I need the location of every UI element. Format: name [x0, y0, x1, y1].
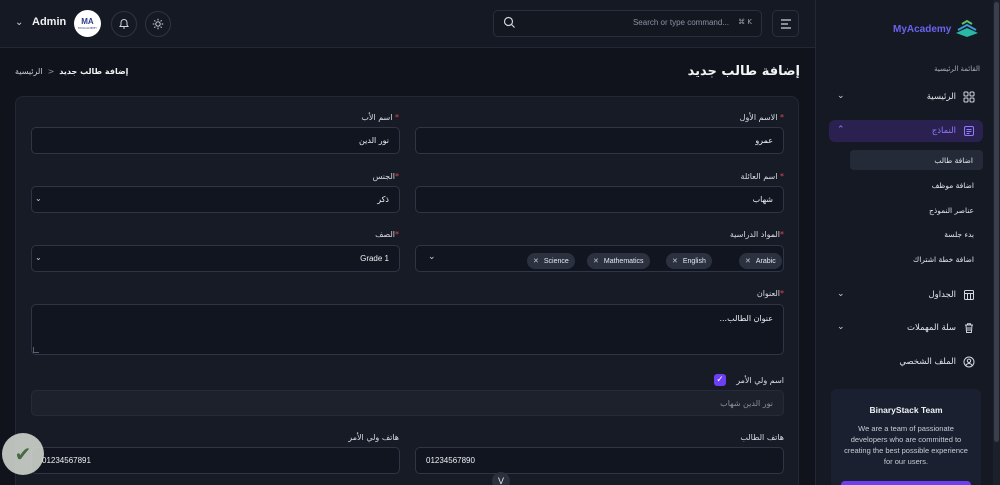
table-icon	[964, 290, 974, 300]
sidebar-section-title: القائمة الرئيسية	[934, 65, 980, 73]
guardian-name-input: نور الدين شهاب	[31, 390, 784, 416]
subjects-multiselect[interactable]: ⌄ ✕ Arabic ✕ English ✕ Mathematics ✕ Science	[415, 245, 784, 272]
admin-menu[interactable]: Admin	[32, 16, 66, 28]
sidebar-subitem-add-student[interactable]: اضافة طالب	[850, 150, 983, 170]
promo-description: We are a team of passionate developers w…	[844, 424, 968, 466]
chevron-down-icon: ⌄	[837, 289, 845, 299]
notifications-button[interactable]	[111, 11, 137, 37]
promo-action-button[interactable]	[841, 481, 971, 485]
form-icon	[964, 126, 974, 136]
subject-chip[interactable]: ✕ English	[666, 253, 712, 269]
sidebar-item-home[interactable]: ⌄ الرئيسية	[829, 86, 983, 108]
sidebar-item-profile[interactable]: الملف الشخصي	[829, 351, 983, 373]
family-name-input[interactable]: شهاب	[415, 186, 784, 213]
menu-icon	[780, 18, 791, 29]
top-bar: ⌄ Admin MA MYACADEMY Search or type comm…	[0, 0, 815, 48]
page-title: إضافة طالب جديد	[687, 64, 800, 79]
remove-chip-icon[interactable]: ✕	[533, 257, 539, 265]
app-logo[interactable]: MyAcademy	[893, 24, 951, 35]
guardian-phone-label: هاتف ولي الأمر	[348, 433, 399, 442]
theme-toggle-button[interactable]	[145, 11, 171, 37]
grade-select[interactable]: ⌄ Grade 1	[31, 245, 400, 272]
sidebar-item-trash[interactable]: ⌄ سلة المهملات	[829, 317, 983, 339]
address-textarea[interactable]: عنوان الطالب...	[31, 304, 784, 355]
guardian-name-checkbox[interactable]: ✓	[714, 374, 726, 386]
promo-title: BinaryStack Team	[869, 405, 943, 415]
search-placeholder: Search or type command...	[632, 18, 729, 27]
family-name-label: * اسم العائلة	[740, 172, 784, 181]
sidebar-item-tables[interactable]: ⌄ الجداول	[829, 284, 983, 306]
books-logo-icon	[956, 19, 978, 37]
collapse-button[interactable]: V	[492, 472, 510, 485]
first-name-input[interactable]: عمرو	[415, 127, 784, 154]
subject-chip[interactable]: ✕ Arabic	[739, 253, 782, 269]
gender-label: *الجنس	[372, 172, 399, 181]
sidebar-subitem-add-employee[interactable]: اضافة موظف	[932, 181, 974, 190]
user-circle-icon	[963, 356, 975, 368]
student-form-card	[15, 96, 799, 485]
trash-icon	[965, 323, 973, 333]
chevron-up-icon: ⌃	[837, 125, 845, 135]
avatar-initials: MA	[81, 16, 94, 26]
sidebar-subitem-add-plan[interactable]: اضافة خطة اشتراك	[913, 255, 974, 264]
breadcrumb: إضافة طالب جديد < الرئيسية	[15, 67, 128, 76]
father-name-input[interactable]: نور الدين	[31, 127, 400, 154]
sidebar-item-forms[interactable]: ⌃ النماذج	[829, 120, 983, 142]
chevron-down-icon: ⌄	[837, 91, 845, 101]
breadcrumb-home-link[interactable]: الرئيسية	[15, 67, 43, 76]
search-icon	[503, 16, 515, 28]
address-label: *العنوان	[756, 289, 784, 298]
page-scrollbar[interactable]	[993, 0, 1000, 485]
sidebar-subitem-form-elements[interactable]: عناصر النموذج	[929, 206, 974, 215]
resize-handle-icon[interactable]	[33, 347, 39, 353]
sun-icon	[152, 18, 164, 30]
gender-select[interactable]: ⌄ ذكر	[31, 186, 400, 213]
check-icon: ✓	[716, 375, 724, 385]
remove-chip-icon[interactable]: ✕	[672, 257, 678, 265]
watermark-logo-icon: ✔	[2, 433, 44, 475]
chevron-down-icon[interactable]: ⌄	[15, 17, 23, 28]
sidebar-toggle-button[interactable]	[772, 10, 799, 37]
guardian-phone-input[interactable]: 01234567891	[31, 447, 400, 474]
search-input[interactable]: Search or type command... ⌘ K	[493, 10, 762, 37]
team-promo-card: BinaryStack Team We are a team of passio…	[831, 389, 981, 485]
breadcrumb-current: إضافة طالب جديد	[59, 67, 129, 76]
chevron-down-icon: ⌄	[428, 252, 436, 262]
grid-icon	[963, 91, 975, 103]
search-shortcut: ⌘ K	[738, 18, 752, 26]
subject-chip[interactable]: ✕ Mathematics	[587, 253, 650, 269]
remove-chip-icon[interactable]: ✕	[593, 257, 599, 265]
student-phone-input[interactable]: 01234567890	[415, 447, 784, 474]
father-name-label: * اسم الأب	[361, 113, 399, 122]
chevron-down-icon: ⌄	[837, 322, 845, 332]
guardian-name-label: اسم ولي الأمر	[736, 376, 784, 385]
subject-chip[interactable]: ✕ Science	[527, 253, 575, 269]
remove-chip-icon[interactable]: ✕	[745, 257, 751, 265]
scrollbar-thumb[interactable]	[994, 2, 999, 442]
bell-icon	[119, 18, 129, 29]
chevron-down-icon: ⌄	[35, 253, 42, 262]
sidebar-subitem-start-session[interactable]: بدء جلسة	[944, 230, 974, 239]
subjects-label: *المواد الدراسية	[729, 230, 784, 239]
breadcrumb-separator: <	[47, 67, 55, 76]
avatar[interactable]: MA MYACADEMY	[74, 10, 101, 37]
student-phone-label: هاتف الطالب	[740, 433, 784, 442]
first-name-label: * الاسم الأول	[739, 113, 784, 122]
chevron-down-icon: ⌄	[35, 194, 42, 203]
grade-label: *الصف	[375, 230, 399, 239]
avatar-subtext: MYACADEMY	[78, 25, 97, 30]
